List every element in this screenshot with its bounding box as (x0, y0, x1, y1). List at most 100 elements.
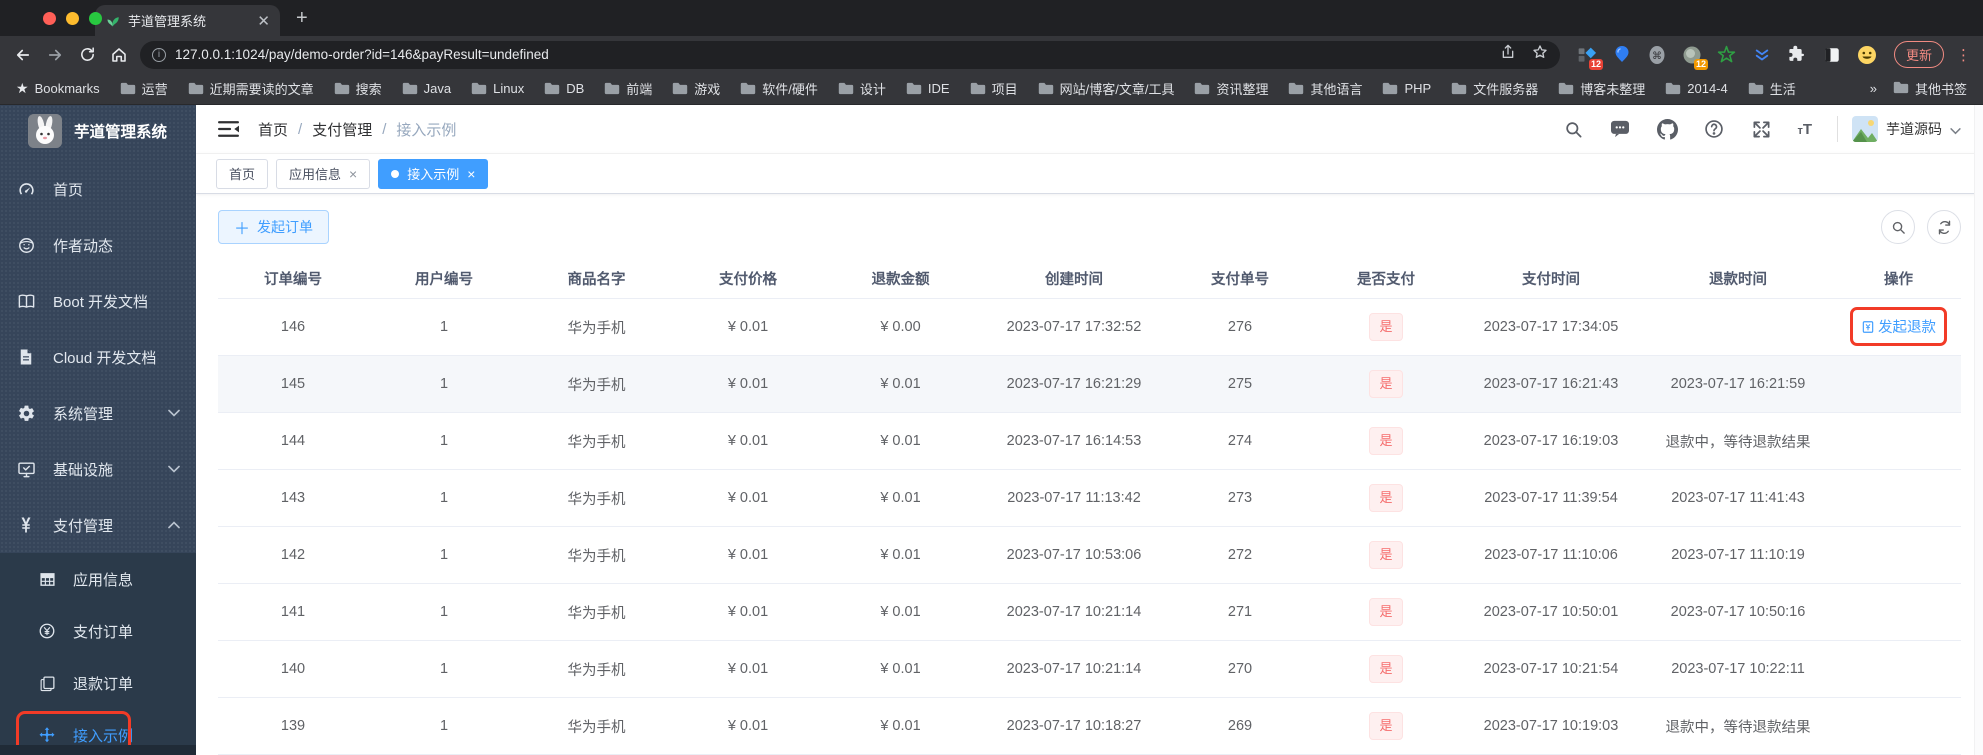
cell-paid: 是 (1310, 541, 1462, 569)
bookmark-label: 运营 (141, 82, 168, 97)
message-icon[interactable] (1609, 118, 1631, 140)
new-tab-button[interactable]: + (296, 7, 308, 30)
breadcrumb-pay[interactable]: 支付管理 (312, 119, 372, 140)
bookmark-star-icon[interactable] (1532, 44, 1548, 65)
tag-close-icon[interactable]: × (467, 167, 475, 181)
extension-balloon-icon[interactable] (1611, 44, 1633, 66)
bookmark-folder[interactable]: 运营 (120, 79, 168, 98)
bookmarks-overflow-icon[interactable]: » (1870, 81, 1877, 96)
traffic-lights (43, 12, 102, 25)
browser-tab[interactable]: 芋道管理系统 ✕ (95, 5, 280, 36)
user-menu[interactable]: 芋道源码 (1837, 116, 1961, 143)
other-bookmarks[interactable]: 其他书签 (1893, 79, 1967, 98)
bookmark-folder[interactable]: 前端 (604, 79, 652, 98)
sidebar-item-支付管理[interactable]: 支付管理 (0, 497, 196, 553)
sidebar-subitem-应用信息[interactable]: 应用信息 (0, 553, 196, 605)
url-bar[interactable]: i 127.0.0.1:1024/pay/demo-order?id=146&p… (140, 40, 1560, 69)
bookmark-folder[interactable]: 博客未整理 (1558, 79, 1645, 98)
bookmark-folder[interactable]: 其他语言 (1288, 79, 1362, 98)
bookmark-folder[interactable]: 2014-4 (1665, 81, 1728, 96)
cell-refund: ¥ 0.00 (880, 319, 921, 335)
tag-接入示例[interactable]: 接入示例 × (378, 158, 489, 189)
minimize-window-button[interactable] (66, 12, 79, 25)
bookmark-folder[interactable]: 设计 (838, 79, 886, 98)
bookmark-folder[interactable]: 网站/博客/文章/工具 (1038, 79, 1174, 98)
gear-icon (16, 403, 36, 423)
home-icon[interactable] (108, 44, 130, 66)
cell-pay_no: 274 (1227, 433, 1253, 449)
cell-order_no: 142 (280, 547, 306, 563)
bookmark-folder[interactable]: 资讯整理 (1194, 79, 1268, 98)
bookmark-folder[interactable]: DB (544, 81, 584, 96)
cell-create_time: 2023-07-17 10:18:27 (1006, 718, 1142, 734)
tag-首页[interactable]: 首页 (216, 158, 269, 189)
cell-user_no: 1 (439, 433, 449, 449)
bookmark-label: DB (566, 81, 585, 96)
extension-chevrons-icon[interactable] (1751, 44, 1773, 66)
sidebar-subitem-label: 退款订单 (73, 675, 134, 693)
create-order-button[interactable]: ＋ 发起订单 (218, 210, 330, 244)
site-info-icon[interactable]: i (152, 47, 166, 62)
extension-command-icon[interactable]: ⌘ (1646, 44, 1668, 66)
sidebar-subitem-label: 接入示例 (73, 727, 134, 745)
share-icon[interactable] (1500, 44, 1516, 65)
forward-icon[interactable] (44, 44, 66, 66)
bookmark-folder[interactable]: 文件服务器 (1451, 79, 1538, 98)
bookmark-folder[interactable]: Java (402, 81, 451, 96)
extension-emoji-icon[interactable] (1856, 44, 1878, 66)
font-size-icon[interactable]: тT (1797, 121, 1812, 138)
sidebar-subitem-支付订单[interactable]: 支付订单 (0, 605, 196, 657)
bookmark-folder[interactable]: Linux (471, 81, 524, 96)
table-search-button[interactable] (1881, 210, 1915, 244)
url-text: 127.0.0.1:1024/pay/demo-order?id=146&pay… (175, 47, 549, 62)
bookmark-folder[interactable]: IDE (906, 81, 950, 96)
cell-paid: 是 (1310, 370, 1462, 398)
user-avatar (1852, 116, 1878, 143)
extension-square-icon[interactable] (1821, 44, 1843, 66)
bookmark-folder[interactable]: 搜索 (334, 79, 382, 98)
cell-refund: ¥ 0.01 (880, 376, 921, 392)
bookmark-folder[interactable]: 项目 (970, 79, 1018, 98)
sidebar-item-作者动态[interactable]: 作者动态 (0, 217, 196, 273)
reload-icon[interactable] (76, 44, 98, 66)
extension-diamond-icon[interactable]: 12 (1576, 44, 1603, 70)
sidebar-item-Cloud 开发文档[interactable]: Cloud 开发文档 (0, 329, 196, 385)
search-icon[interactable] (1562, 118, 1584, 140)
bookmark-folder[interactable]: 软件/硬件 (740, 79, 818, 98)
cell-create_time: 2023-07-17 17:32:52 (1006, 319, 1142, 335)
folder-icon (1451, 82, 1467, 95)
sidebar-item-基础设施[interactable]: 基础设施 (0, 441, 196, 497)
bookmarks-root[interactable]: ★ Bookmarks (16, 80, 100, 97)
sidebar-subitem-退款订单[interactable]: 退款订单 (0, 657, 196, 709)
extensions-puzzle-icon[interactable] (1786, 44, 1808, 66)
extension-star-icon[interactable] (1716, 44, 1738, 66)
zoom-window-button[interactable] (89, 12, 102, 25)
table-refresh-button[interactable] (1927, 210, 1961, 244)
bookmark-folder[interactable]: 近期需要读的文章 (188, 79, 314, 98)
refund-button[interactable]: 发起退款 (1850, 307, 1947, 347)
sidebar-item-首页[interactable]: 首页 (0, 161, 196, 217)
sidebar-item-Boot 开发文档[interactable]: Boot 开发文档 (0, 273, 196, 329)
bookmark-folder[interactable]: 游戏 (672, 79, 720, 98)
close-window-button[interactable] (43, 12, 56, 25)
back-icon[interactable] (12, 44, 34, 66)
chrome-update-button[interactable]: 更新 (1893, 41, 1944, 68)
sidebar-item-系统管理[interactable]: 系统管理 (0, 385, 196, 441)
table-row-142: 142 1 华为手机 ¥ 0.01 ¥ 0.01 2023-07-17 10:53:06 2… (218, 527, 1961, 584)
fullscreen-icon[interactable] (1750, 118, 1772, 140)
scrollbar[interactable] (1974, 105, 1983, 755)
extension-circle-icon[interactable]: 12 (1681, 44, 1708, 70)
sidebar-logo[interactable]: 芋道管理系统 (0, 105, 196, 157)
browser-menu-icon[interactable]: ⋮ (1956, 46, 1971, 64)
bookmark-folder[interactable]: PHP (1382, 81, 1431, 96)
help-icon[interactable] (1703, 118, 1725, 140)
cell-product: 华为手机 (567, 548, 626, 565)
github-icon[interactable] (1656, 118, 1678, 140)
tag-应用信息[interactable]: 应用信息 × (276, 158, 371, 189)
breadcrumb-home[interactable]: 首页 (258, 119, 288, 140)
sidebar-fold-icon[interactable] (216, 117, 240, 141)
bookmark-folder[interactable]: 生活 (1748, 79, 1796, 98)
tag-close-icon[interactable]: × (349, 167, 357, 181)
user-name: 芋道源码 (1886, 121, 1942, 138)
tab-close-icon[interactable]: ✕ (257, 12, 270, 30)
